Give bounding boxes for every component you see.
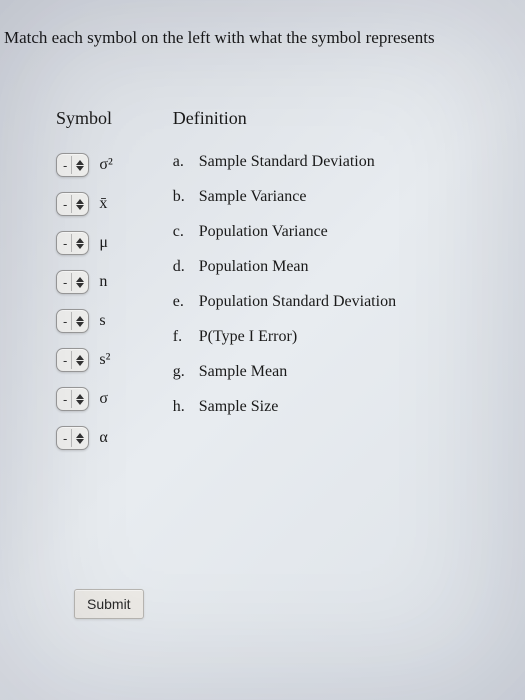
stepper-value: - bbox=[61, 197, 71, 212]
stepper-value: - bbox=[61, 431, 71, 446]
submit-button[interactable]: Submit bbox=[74, 589, 144, 619]
stepper-arrows-icon[interactable] bbox=[71, 390, 84, 408]
definition-text: Population Standard Deviation bbox=[199, 293, 396, 311]
definition-row: a. Sample Standard Deviation bbox=[173, 153, 396, 171]
symbol-header: Symbol bbox=[56, 108, 113, 129]
symbol-row: - σ bbox=[56, 387, 113, 411]
stepper-arrows-icon[interactable] bbox=[71, 273, 84, 291]
stepper-value: - bbox=[61, 392, 71, 407]
answer-stepper-0[interactable]: - bbox=[56, 153, 89, 177]
symbol-row: - n bbox=[56, 270, 113, 294]
symbol-row: - α bbox=[56, 426, 113, 450]
definition-letter: h. bbox=[173, 398, 191, 416]
stepper-value: - bbox=[61, 158, 71, 173]
symbol-column: Symbol - σ² - bbox=[56, 108, 113, 465]
answer-stepper-2[interactable]: - bbox=[56, 231, 89, 255]
definition-text: Sample Mean bbox=[199, 363, 287, 381]
definition-text: Sample Standard Deviation bbox=[199, 153, 375, 171]
answer-stepper-6[interactable]: - bbox=[56, 387, 89, 411]
symbol-glyph: α bbox=[99, 429, 107, 447]
definition-letter: g. bbox=[173, 363, 191, 381]
answer-stepper-4[interactable]: - bbox=[56, 309, 89, 333]
symbol-glyph: s bbox=[99, 312, 105, 330]
symbol-glyph: n bbox=[99, 273, 107, 291]
answer-stepper-3[interactable]: - bbox=[56, 270, 89, 294]
stepper-arrows-icon[interactable] bbox=[71, 195, 84, 213]
definition-letter: b. bbox=[173, 188, 191, 206]
symbol-row: - x̄ bbox=[56, 192, 113, 216]
definition-header: Definition bbox=[173, 108, 396, 129]
stepper-arrows-icon[interactable] bbox=[71, 156, 84, 174]
symbol-row: - μ bbox=[56, 231, 113, 255]
definition-letter: c. bbox=[173, 223, 191, 241]
stepper-arrows-icon[interactable] bbox=[71, 351, 84, 369]
stepper-value: - bbox=[61, 353, 71, 368]
definition-text: Population Mean bbox=[199, 258, 309, 276]
symbol-glyph: μ bbox=[99, 234, 108, 252]
definition-letter: d. bbox=[173, 258, 191, 276]
symbol-glyph: s² bbox=[99, 351, 110, 369]
definition-row: d. Population Mean bbox=[173, 258, 396, 276]
stepper-arrows-icon[interactable] bbox=[71, 234, 84, 252]
definition-letter: e. bbox=[173, 293, 191, 311]
answer-stepper-1[interactable]: - bbox=[56, 192, 89, 216]
definition-column: Definition a. Sample Standard Deviation … bbox=[173, 108, 396, 465]
definition-letter: f. bbox=[173, 328, 191, 346]
symbol-row: - s² bbox=[56, 348, 113, 372]
answer-stepper-7[interactable]: - bbox=[56, 426, 89, 450]
definition-row: e. Population Standard Deviation bbox=[173, 293, 396, 311]
symbol-glyph: σ bbox=[99, 390, 108, 408]
symbol-glyph: σ² bbox=[99, 156, 112, 174]
question-content: Symbol - σ² - bbox=[0, 68, 525, 649]
definition-text: P(Type I Error) bbox=[199, 328, 297, 346]
definition-row: h. Sample Size bbox=[173, 398, 396, 416]
symbol-row: - s bbox=[56, 309, 113, 333]
definition-row: f. P(Type I Error) bbox=[173, 328, 396, 346]
instruction-text: Match each symbol on the left with what … bbox=[0, 0, 525, 68]
stepper-value: - bbox=[61, 314, 71, 329]
definition-row: g. Sample Mean bbox=[173, 363, 396, 381]
definition-text: Sample Size bbox=[199, 398, 279, 416]
symbol-glyph: x̄ bbox=[99, 195, 107, 213]
stepper-arrows-icon[interactable] bbox=[71, 312, 84, 330]
definition-letter: a. bbox=[173, 153, 191, 171]
symbol-row: - σ² bbox=[56, 153, 113, 177]
answer-stepper-5[interactable]: - bbox=[56, 348, 89, 372]
definition-row: b. Sample Variance bbox=[173, 188, 396, 206]
stepper-arrows-icon[interactable] bbox=[71, 429, 84, 447]
definition-text: Population Variance bbox=[199, 223, 328, 241]
stepper-value: - bbox=[61, 275, 71, 290]
stepper-value: - bbox=[61, 236, 71, 251]
definition-text: Sample Variance bbox=[199, 188, 307, 206]
definition-row: c. Population Variance bbox=[173, 223, 396, 241]
